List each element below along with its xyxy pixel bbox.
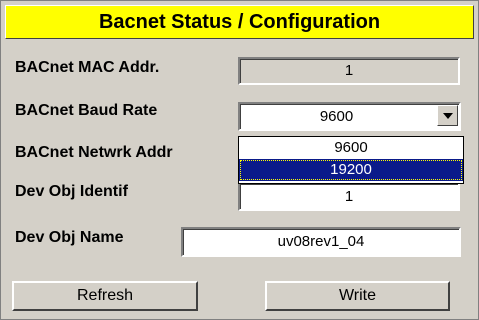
baud-rate-select[interactable]: 9600: [238, 102, 461, 131]
chevron-down-icon[interactable]: [437, 105, 458, 126]
dev-obj-name-label: Dev Obj Name: [15, 229, 124, 246]
refresh-button[interactable]: Refresh: [12, 281, 198, 311]
mac-addr-field: 1: [238, 57, 460, 85]
mac-addr-label: BACnet MAC Addr.: [15, 59, 160, 76]
baud-rate-label: BACnet Baud Rate: [15, 102, 158, 119]
baud-option-19200[interactable]: 19200: [239, 159, 463, 181]
dev-obj-name-field[interactable]: uv08rev1_04: [181, 227, 461, 257]
dev-obj-identif-label: Dev Obj Identif: [15, 183, 128, 200]
write-button[interactable]: Write: [265, 281, 450, 311]
bacnet-config-window: Bacnet Status / Configuration BACnet MAC…: [0, 0, 479, 320]
network-addr-label: BACnet Netwrk Addr: [15, 144, 173, 161]
page-title: Bacnet Status / Configuration: [5, 5, 474, 39]
baud-rate-value: 9600: [319, 108, 354, 125]
dev-obj-identif-field[interactable]: 1: [238, 182, 460, 211]
baud-rate-dropdown-list: 9600 19200: [238, 136, 464, 184]
baud-option-9600[interactable]: 9600: [239, 137, 463, 159]
